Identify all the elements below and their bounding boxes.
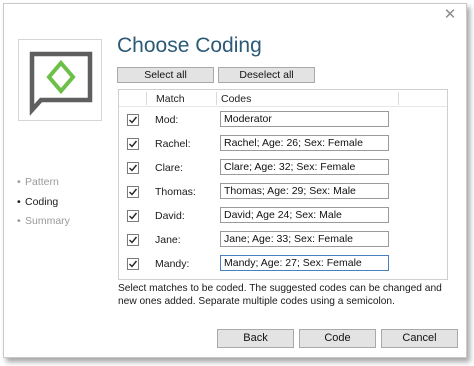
match-label: Mandy:	[155, 258, 190, 270]
column-divider	[398, 92, 399, 105]
code-field[interactable]: Moderator	[220, 111, 389, 127]
step-label: Coding	[25, 195, 59, 208]
checkmark-icon	[129, 212, 138, 220]
match-label: Rachel:	[155, 138, 191, 150]
match-label: Jane:	[155, 234, 181, 246]
match-label: Thomas:	[155, 186, 196, 198]
code-field[interactable]: Clare; Age: 32; Sex: Female	[220, 159, 389, 175]
table-row: Jane: Jane; Age: 33; Sex: Female	[119, 229, 447, 253]
speech-bubble-diamond-icon	[18, 39, 102, 121]
column-divider	[216, 92, 217, 105]
code-field[interactable]: Mandy; Age: 27; Sex: Female	[220, 255, 389, 271]
step-label: Summary	[25, 215, 70, 227]
table-row: Mod: Moderator	[119, 109, 447, 133]
codes-column-header[interactable]: Codes	[221, 93, 251, 105]
match-label: Clare:	[155, 162, 184, 174]
checkmark-icon	[129, 236, 138, 244]
table-row: Thomas: Thomas; Age: 29; Sex: Male	[119, 181, 447, 205]
table-row: David: David; Age 24; Sex: Male	[119, 205, 447, 229]
match-checkbox[interactable]	[127, 138, 139, 150]
back-button[interactable]: Back	[217, 329, 294, 348]
table-row: Mandy: Mandy; Age: 27; Sex: Female	[119, 253, 447, 277]
table-row: Rachel: Rachel; Age: 26; Sex: Female	[119, 133, 447, 157]
step-pattern[interactable]: • Pattern	[17, 176, 70, 196]
match-checkbox[interactable]	[127, 186, 139, 198]
wizard-steps: • Pattern • Coding • Summary	[17, 176, 70, 235]
checkmark-icon	[129, 116, 138, 124]
match-label: Mod:	[155, 114, 179, 126]
cancel-button[interactable]: Cancel	[381, 329, 458, 348]
match-column-header[interactable]: Match	[156, 93, 185, 105]
match-checkbox[interactable]	[127, 114, 139, 126]
select-all-button[interactable]: Select all	[117, 67, 214, 83]
code-button[interactable]: Code	[299, 329, 376, 348]
grid-header: Match Codes	[119, 90, 447, 107]
close-icon[interactable]: ✕	[442, 7, 458, 23]
table-row: Clare: Clare; Age: 32; Sex: Female	[119, 157, 447, 181]
page-title: Choose Coding	[117, 34, 262, 57]
match-checkbox[interactable]	[127, 162, 139, 174]
choose-coding-dialog: ✕ Choose Coding Select all Deselect all …	[3, 3, 467, 358]
deselect-all-button[interactable]: Deselect all	[218, 67, 315, 83]
step-summary[interactable]: • Summary	[17, 215, 70, 235]
checkmark-icon	[129, 188, 138, 196]
checkmark-icon	[129, 260, 138, 268]
checkmark-icon	[129, 140, 138, 148]
code-field[interactable]: David; Age 24; Sex: Male	[220, 207, 389, 223]
match-label: David:	[155, 210, 185, 222]
match-checkbox[interactable]	[127, 210, 139, 222]
help-text: Select matches to be coded. The suggeste…	[118, 283, 442, 307]
step-coding[interactable]: • Coding	[17, 196, 70, 216]
matches-grid: Match Codes Mod: Moderator Rachel: Rache…	[118, 89, 448, 280]
checkmark-icon	[129, 164, 138, 172]
code-field[interactable]: Thomas; Age: 29; Sex: Male	[220, 183, 389, 199]
match-checkbox[interactable]	[127, 234, 139, 246]
column-divider	[146, 92, 147, 105]
step-label: Pattern	[25, 176, 59, 188]
code-field[interactable]: Rachel; Age: 26; Sex: Female	[220, 135, 389, 151]
match-checkbox[interactable]	[127, 258, 139, 270]
code-field[interactable]: Jane; Age: 33; Sex: Female	[220, 231, 389, 247]
